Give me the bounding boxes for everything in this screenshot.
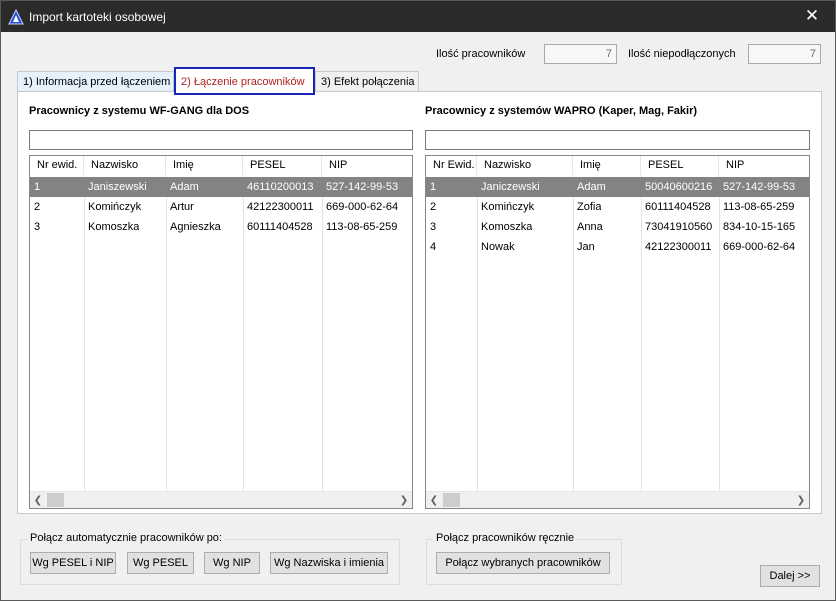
left-col-nip[interactable]: NIP: [322, 156, 412, 175]
right-col-nip[interactable]: NIP: [719, 156, 809, 175]
right-col-nr[interactable]: Nr Ewid.: [426, 156, 477, 175]
scrollbar-thumb[interactable]: [443, 493, 460, 507]
scroll-right-icon[interactable]: ❯: [396, 493, 412, 508]
table-row[interactable]: 2 Komińczyk Artur 42122300011 669-000-62…: [30, 197, 412, 217]
table-row[interactable]: 3 Komoszka Agnieszka 60111404528 113-08-…: [30, 217, 412, 237]
left-col-pesel[interactable]: PESEL: [243, 156, 322, 175]
scroll-left-icon[interactable]: ❮: [30, 493, 46, 508]
cell-nip: 669-000-62-64: [326, 201, 399, 213]
left-employees-grid[interactable]: Nr ewid. Nazwisko Imię PESEL NIP 1 Janis…: [29, 155, 413, 509]
scroll-left-icon[interactable]: ❮: [426, 493, 442, 508]
left-col-imie[interactable]: Imię: [166, 156, 243, 175]
cell-nazwisko: Komińczyk: [481, 201, 535, 213]
cell-nr: 2: [34, 201, 41, 213]
cell-nazwisko: Komoszka: [88, 221, 140, 233]
employees-count-label: Ilość pracowników: [436, 48, 526, 60]
table-row[interactable]: 4 Nowak Jan 42122300011 669-000-62-64: [426, 237, 809, 257]
right-horizontal-scrollbar[interactable]: ❮ ❯: [426, 491, 809, 508]
cell-pesel: 46110200013: [247, 181, 314, 193]
unlinked-count-label: Ilość niepodłączonych: [628, 48, 736, 60]
cell-nazwisko: Komińczyk: [88, 201, 142, 213]
cell-nr: 4: [430, 241, 437, 253]
link-by-pesel-button[interactable]: Wg PESEL: [127, 552, 194, 574]
cell-nip: 113-08-65-259: [326, 221, 398, 233]
cell-imie: Jan: [577, 241, 595, 253]
auto-link-group: Połącz automatycznie pracowników po: Wg …: [20, 532, 400, 585]
cell-nip: 834-10-15-165: [723, 221, 796, 233]
manual-link-legend: Połącz pracowników ręcznie: [433, 532, 578, 544]
cell-nip: 669-000-62-64: [723, 241, 796, 253]
cell-nr: 1: [430, 181, 437, 193]
link-by-name-button[interactable]: Wg Nazwiska i imienia: [270, 552, 388, 574]
cell-nip: 113-08-65-259: [723, 201, 795, 213]
cell-nazwisko: Janiszewski: [88, 181, 147, 193]
cell-pesel: 73041910560: [645, 221, 713, 233]
tab-linking-result[interactable]: 3) Efekt połączenia: [315, 71, 419, 92]
cell-pesel: 50040600216: [645, 181, 713, 193]
left-panel-title: Pracownicy z systemu WF-GANG dla DOS: [29, 105, 250, 117]
scroll-right-icon[interactable]: ❯: [793, 493, 809, 508]
cell-nr: 2: [430, 201, 437, 213]
right-employees-grid[interactable]: Nr Ewid. Nazwisko Imię PESEL NIP 1 Janic…: [425, 155, 810, 509]
app-logo-icon: [8, 9, 24, 25]
left-filter-input[interactable]: [29, 130, 413, 150]
cell-nip: 527-142-99-53: [326, 181, 399, 193]
right-filter-input[interactable]: [425, 130, 810, 150]
title-bar: Import kartoteki osobowej ✕: [1, 1, 835, 32]
manual-link-group: Połącz pracowników ręcznie Połącz wybran…: [426, 532, 622, 585]
cell-nazwisko: Nowak: [481, 241, 515, 253]
unlinked-count-field: 7: [748, 44, 821, 64]
link-by-nip-button[interactable]: Wg NIP: [204, 552, 260, 574]
left-col-nazwisko[interactable]: Nazwisko: [84, 156, 166, 175]
cell-pesel: 42122300011: [645, 241, 712, 253]
tab-panel: Pracownicy z systemu WF-GANG dla DOS Nr …: [17, 91, 822, 514]
right-panel-title: Pracownicy z systemów WAPRO (Kaper, Mag,…: [425, 105, 698, 117]
tab-info-before-linking[interactable]: 1) Informacja przed łączeniem: [17, 71, 174, 92]
table-row[interactable]: 1 Janiczewski Adam 50040600216 527-142-9…: [426, 177, 809, 197]
cell-imie: Agnieszka: [170, 221, 221, 233]
cell-nazwisko: Komoszka: [481, 221, 533, 233]
link-selected-button[interactable]: Połącz wybranych pracowników: [436, 552, 610, 574]
cell-nr: 3: [430, 221, 437, 233]
right-grid-header: Nr Ewid. Nazwisko Imię PESEL NIP: [426, 156, 809, 175]
table-row[interactable]: 2 Komińczyk Zofia 60111404528 113-08-65-…: [426, 197, 809, 217]
cell-imie: Adam: [577, 181, 606, 193]
left-col-nr[interactable]: Nr ewid.: [30, 156, 84, 175]
auto-link-legend: Połącz automatycznie pracowników po:: [27, 532, 225, 544]
close-icon: ✕: [804, 6, 820, 25]
cell-nr: 1: [34, 181, 41, 193]
cell-nazwisko: Janiczewski: [481, 181, 540, 193]
right-col-nazwisko[interactable]: Nazwisko: [477, 156, 573, 175]
cell-imie: Adam: [170, 181, 199, 193]
scrollbar-thumb[interactable]: [47, 493, 64, 507]
cell-pesel: 60111404528: [247, 221, 313, 233]
employees-count-field: 7: [544, 44, 617, 64]
left-grid-header: Nr ewid. Nazwisko Imię PESEL NIP: [30, 156, 412, 175]
window-title: Import kartoteki osobowej: [29, 10, 166, 24]
close-button[interactable]: ✕: [789, 1, 835, 32]
tab-linking-employees[interactable]: 2) Łączenie pracowników: [174, 67, 315, 95]
cell-pesel: 42122300011: [247, 201, 314, 213]
cell-nip: 527-142-99-53: [723, 181, 796, 193]
cell-imie: Anna: [577, 221, 603, 233]
cell-nr: 3: [34, 221, 41, 233]
left-horizontal-scrollbar[interactable]: ❮ ❯: [30, 491, 412, 508]
next-button[interactable]: Dalej >>: [760, 565, 820, 587]
cell-imie: Artur: [170, 201, 194, 213]
table-row[interactable]: 3 Komoszka Anna 73041910560 834-10-15-16…: [426, 217, 809, 237]
cell-imie: Zofia: [577, 201, 602, 213]
right-col-pesel[interactable]: PESEL: [641, 156, 719, 175]
import-dialog: Import kartoteki osobowej ✕ Ilość pracow…: [0, 0, 836, 601]
cell-pesel: 60111404528: [645, 201, 711, 213]
right-col-imie[interactable]: Imię: [573, 156, 641, 175]
link-by-pesel-nip-button[interactable]: Wg PESEL i NIP: [30, 552, 116, 574]
table-row[interactable]: 1 Janiszewski Adam 46110200013 527-142-9…: [30, 177, 412, 197]
